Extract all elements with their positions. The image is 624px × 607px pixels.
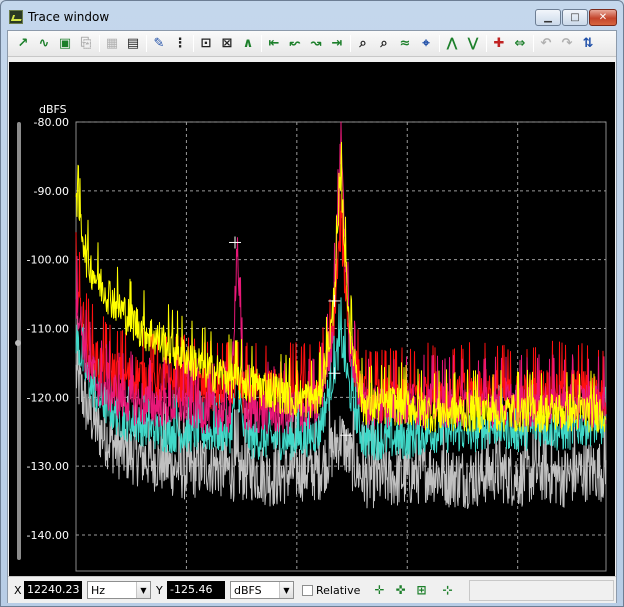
y-unit-select[interactable]: dBFS ▼ <box>230 581 294 599</box>
status-bar: X 12240.23 Hz ▼ Y -125.46 dBFS ▼ Relativ… <box>8 576 616 603</box>
plot-area[interactable]: -80.00 -90.00 -100.00 -110.00 -120.00 -130.00… <box>9 62 615 598</box>
cursor-add-icon[interactable]: ✚ <box>490 34 508 52</box>
status-empty-panel <box>469 580 614 601</box>
x-unit-value: Hz <box>91 584 106 597</box>
toolbar-separator <box>146 35 147 52</box>
cursor-delete-icon[interactable]: ⊹ <box>439 582 456 598</box>
cursor-swap-icon[interactable]: ⇔ <box>511 34 529 52</box>
smooth-icon[interactable]: ≈ <box>396 34 414 52</box>
chevron-down-icon[interactable]: ▼ <box>136 582 150 598</box>
close-button[interactable]: ✕ <box>589 9 617 26</box>
autoscale-icon[interactable]: ∧ <box>239 34 257 52</box>
toolbar-separator <box>486 35 487 52</box>
toolbar-separator <box>261 35 262 52</box>
peak-down-icon[interactable]: ⋁ <box>464 34 482 52</box>
y-tick-label: -140.00 <box>27 529 69 542</box>
y-tick-label: -130.00 <box>27 460 69 473</box>
peak-first-icon[interactable]: ⇤ <box>265 34 283 52</box>
app-icon <box>9 10 23 24</box>
relative-checkbox[interactable] <box>302 585 313 596</box>
spectrum-chart[interactable]: -80.00 -90.00 -100.00 -110.00 -120.00 -130.00… <box>9 62 615 578</box>
undo-icon[interactable]: ↶ <box>537 34 555 52</box>
toolbar-separator <box>350 35 351 52</box>
add-cursor-icon[interactable]: ✛ <box>371 582 388 598</box>
y-tick-label: -110.00 <box>27 323 69 336</box>
peak-up-icon[interactable]: ⋀ <box>443 34 461 52</box>
y-tick-label: -120.00 <box>27 391 69 404</box>
chevron-down-icon[interactable]: ▼ <box>279 582 293 598</box>
x-unit-select[interactable]: Hz ▼ <box>87 581 151 599</box>
search-peak-next-icon[interactable]: ⌕ <box>375 34 393 52</box>
toolbar-separator <box>533 35 534 52</box>
x-value-readout: 12240.23 <box>24 581 82 599</box>
toolbar-separator <box>439 35 440 52</box>
add-trace-icon[interactable]: ↗ <box>14 34 32 52</box>
trace-curve-icon[interactable]: ∿ <box>35 34 53 52</box>
y-axis-label: dBFS <box>39 103 67 116</box>
window-title: Trace window <box>28 10 110 24</box>
zoom-area-icon[interactable]: ⊠ <box>218 34 236 52</box>
y-tick-label: -80.00 <box>34 116 69 129</box>
cursor-peak-icon[interactable]: ⊞ <box>413 582 430 598</box>
redo-icon[interactable]: ↷ <box>558 34 576 52</box>
peak-next-icon[interactable]: ↝ <box>307 34 325 52</box>
search-peak-icon[interactable]: ⌕ <box>354 34 372 52</box>
peak-prev-icon[interactable]: ↜ <box>286 34 304 52</box>
marker-icon[interactable]: ⌖ <box>417 34 435 52</box>
peak-last-icon[interactable]: ⇥ <box>328 34 346 52</box>
minimize-button[interactable]: ▁ <box>535 9 561 26</box>
vertical-scroll-knob[interactable] <box>15 340 21 346</box>
toolbar-separator <box>99 35 100 52</box>
grid-icon[interactable]: ▦ <box>103 34 121 52</box>
move-cursor-icon[interactable]: ✜ <box>392 582 409 598</box>
y-unit-value: dBFS <box>234 584 262 597</box>
toolbar-separator <box>193 35 194 52</box>
client-area: ↗ ∿ ▣ ⎘ ▦ ▤ ✎ ⋮ ⊡ ⊠ ∧ ⇤ ↜ ↝ ⇥ ⌕ ⌕ ≈ ⌖ ⋀ ⋁ ✚ ⇔ ↶ ↷ ⇅ -80.00 -90.00-… <box>7 30 617 603</box>
y-value-readout: -125.46 <box>167 581 225 599</box>
zoom-fit-icon[interactable]: ⊡ <box>197 34 215 52</box>
compare-icon[interactable]: ⇅ <box>579 34 597 52</box>
table-icon[interactable]: ▤ <box>124 34 142 52</box>
x-label: X <box>14 584 22 597</box>
trace-window: Trace window ▁ □ ✕ ↗ ∿ ▣ ⎘ ▦ ▤ ✎ ⋮ ⊡ ⊠ ∧ ⇤ ↜ ↝ ⇥ ⌕ ⌕ ≈ ⌖ ⋀ ⋁… <box>0 0 624 607</box>
maximize-button[interactable]: □ <box>562 9 588 26</box>
y-tick-label: -100.00 <box>27 254 69 267</box>
copy-trace-icon[interactable]: ⎘ <box>77 34 95 52</box>
data-list-icon[interactable]: ⋮ <box>171 34 189 52</box>
y-label: Y <box>156 584 163 597</box>
title-bar[interactable]: Trace window ▁ □ ✕ <box>1 1 623 30</box>
y-tick-label: -90.00 <box>34 185 69 198</box>
toolbar: ↗ ∿ ▣ ⎘ ▦ ▤ ✎ ⋮ ⊡ ⊠ ∧ ⇤ ↜ ↝ ⇥ ⌕ ⌕ ≈ ⌖ ⋀ ⋁ ✚ ⇔ ↶ ↷ ⇅ <box>8 31 616 57</box>
relative-label: Relative <box>316 584 361 597</box>
properties-icon[interactable]: ✎ <box>150 34 168 52</box>
save-trace-icon[interactable]: ▣ <box>56 34 74 52</box>
